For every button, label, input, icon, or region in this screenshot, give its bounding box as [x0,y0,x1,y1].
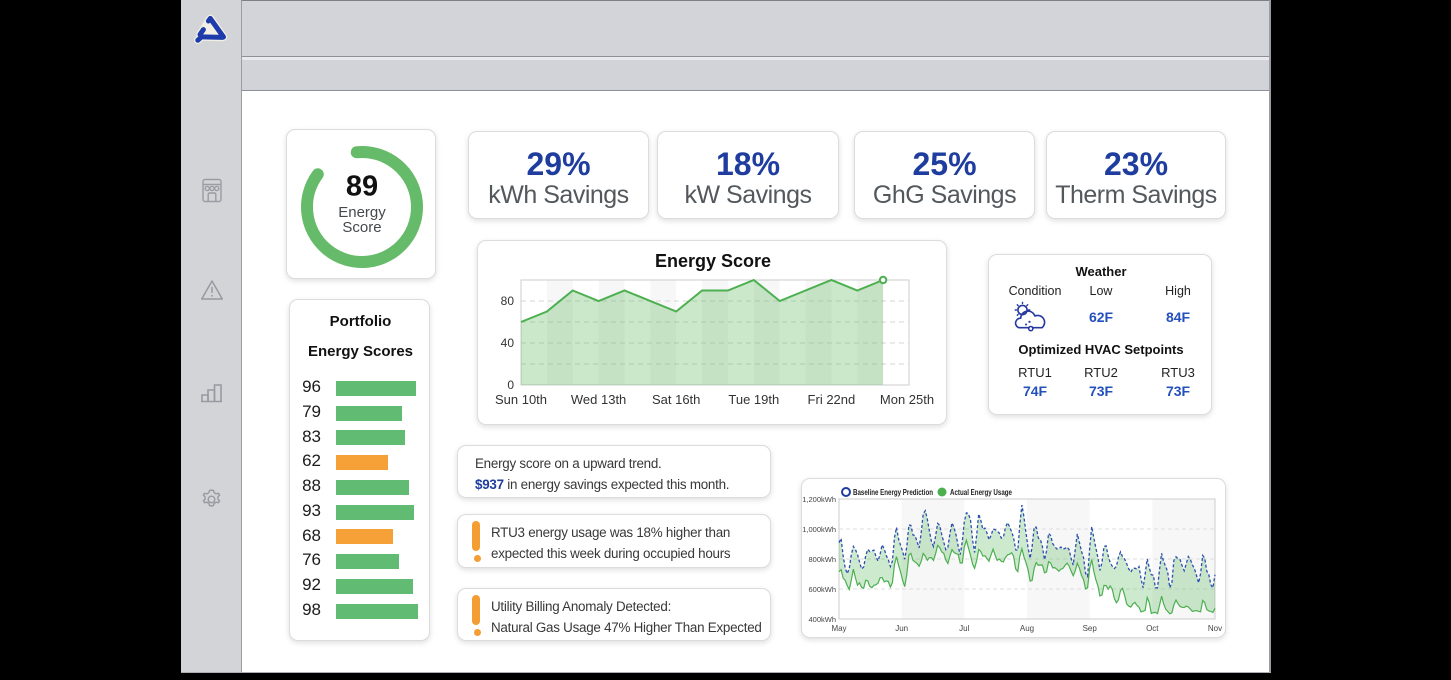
svg-text:Tue 19th: Tue 19th [728,392,779,407]
svg-text:0: 0 [507,378,514,392]
svg-text:80: 80 [501,294,515,308]
svg-text:400kWh: 400kWh [808,615,836,624]
svg-text:Aug: Aug [1020,624,1034,633]
svg-text:Actual Energy Usage: Actual Energy Usage [950,488,1012,497]
svg-text:Mon 25th: Mon 25th [880,392,934,407]
svg-text:Sat 16th: Sat 16th [652,392,700,407]
svg-text:600kWh: 600kWh [808,585,836,594]
svg-text:Jul: Jul [959,624,969,633]
svg-text:Sep: Sep [1083,624,1098,633]
svg-text:Nov: Nov [1208,624,1222,633]
svg-text:40: 40 [501,336,515,350]
svg-text:Oct: Oct [1146,624,1159,633]
svg-text:Fri 22nd: Fri 22nd [808,392,856,407]
svg-text:Baseline Energy Prediction: Baseline Energy Prediction [853,488,933,497]
svg-text:Jun: Jun [895,624,908,633]
svg-text:1,200kWh: 1,200kWh [802,495,836,504]
svg-text:800kWh: 800kWh [808,555,836,564]
svg-text:1,000kWh: 1,000kWh [802,525,836,534]
svg-text:Sun 10th: Sun 10th [495,392,547,407]
svg-text:Wed 13th: Wed 13th [571,392,626,407]
svg-text:May: May [831,624,846,633]
